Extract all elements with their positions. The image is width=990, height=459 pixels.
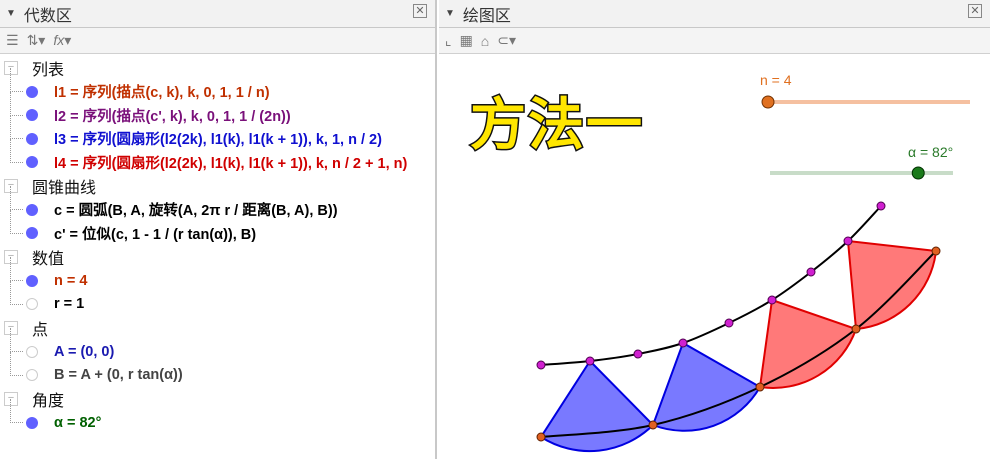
sector-l4	[846, 239, 938, 331]
point-l1	[931, 246, 941, 256]
slider-alpha-knob[interactable]	[911, 166, 925, 180]
visibility-toggle[interactable]	[26, 345, 38, 358]
algebra-toolbar: ☰ ⇅▾ fx▾	[0, 28, 435, 54]
point-l2	[767, 295, 777, 305]
point-l2	[806, 267, 816, 277]
slider-n-label: n = 4	[760, 72, 792, 88]
point-l2	[678, 338, 688, 348]
slider-n-knob[interactable]	[761, 95, 775, 109]
home-icon[interactable]: ⌂	[481, 33, 489, 49]
axes-icon[interactable]: ⌞	[445, 32, 452, 49]
sector-l3	[651, 341, 762, 432]
point-l1	[648, 420, 658, 430]
sector-l3	[539, 359, 655, 453]
visibility-toggle[interactable]	[26, 85, 38, 98]
graphics-view-title: 绘图区	[462, 7, 511, 25]
visibility-toggle[interactable]	[26, 203, 38, 216]
graphics-toolbar: ⌞ ▦ ⌂ ⊂▾	[439, 28, 990, 54]
menu-lines-icon[interactable]: ☰	[6, 32, 19, 49]
grid-icon[interactable]: ▦	[460, 32, 473, 49]
visibility-toggle[interactable]	[26, 416, 38, 429]
point-l2	[585, 356, 595, 366]
fx-label: fx	[53, 32, 65, 48]
point-l1	[536, 432, 546, 442]
algebra-view-title: 代数区	[23, 7, 72, 25]
collapse-triangle-icon[interactable]: ▼	[445, 8, 455, 19]
point-l2	[633, 349, 643, 359]
close-icon[interactable]: ✕	[413, 4, 427, 18]
point-capture-icon[interactable]: ⊂▾	[497, 32, 516, 49]
point-l1	[851, 324, 861, 334]
point-l2	[536, 360, 546, 370]
point-l2	[724, 318, 734, 328]
point-l2	[876, 201, 886, 211]
fx-icon[interactable]: fx▾	[53, 32, 71, 49]
collapse-triangle-icon[interactable]: ▼	[6, 8, 16, 19]
point-l2	[843, 236, 853, 246]
sector-l4	[758, 298, 858, 389]
sort-icon[interactable]: ⇅▾	[27, 32, 46, 49]
point-l1	[755, 382, 765, 392]
heading-text: 方法一	[469, 92, 644, 158]
slider-alpha-label: α = 82°	[908, 144, 954, 160]
visibility-toggle[interactable]	[26, 132, 38, 145]
close-icon[interactable]: ✕	[968, 4, 982, 18]
algebra-view-titlebar: ▼ 代数区 ✕	[0, 0, 435, 28]
visibility-toggle[interactable]	[26, 274, 38, 287]
graphics-view-titlebar: ▼ 绘图区 ✕	[439, 0, 990, 28]
